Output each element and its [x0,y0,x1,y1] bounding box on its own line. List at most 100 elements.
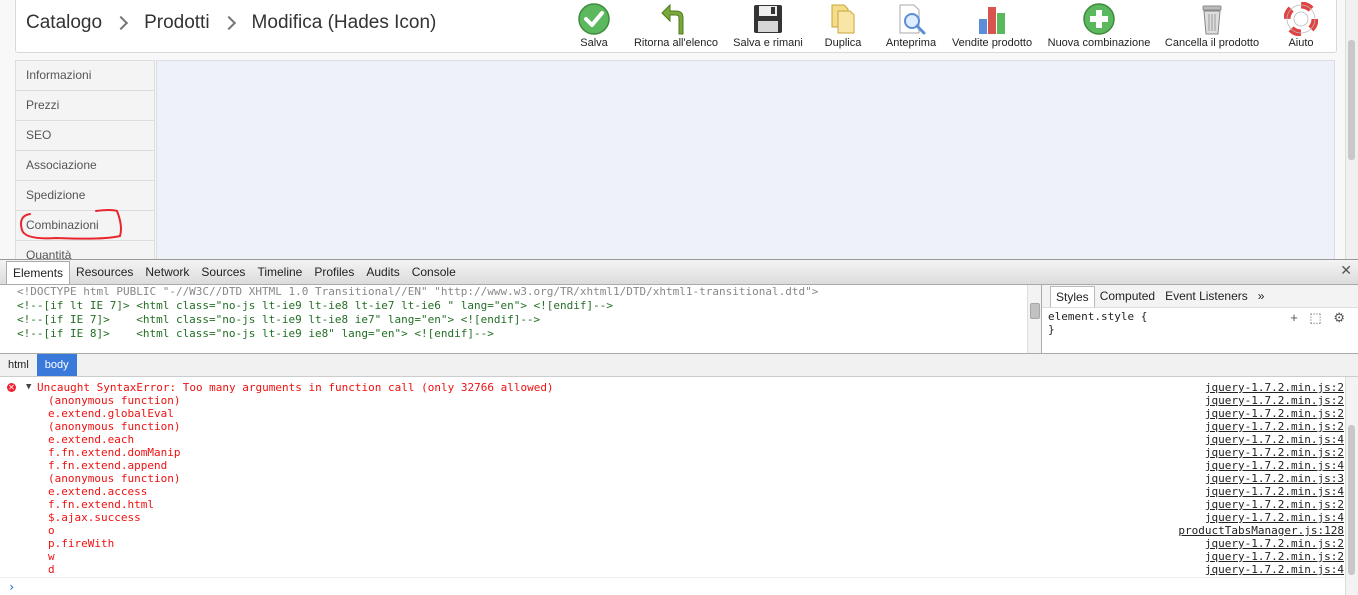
console-scrollbar-thumb[interactable] [1348,425,1355,575]
crumb-body[interactable]: body [36,354,77,376]
tab-seo[interactable]: SEO [15,121,155,151]
stack-frame: $.ajax.success jquery-1.7.2.min.js:4 [0,511,1346,524]
devtools-panel: Elements Resources Network Sources Timel… [0,259,1358,595]
stack-frame-link[interactable]: jquery-1.7.2.min.js:2 [1205,537,1344,550]
preview-button[interactable]: Anteprima [883,2,939,50]
stack-frame: e.extend.each jquery-1.7.2.min.js:4 [0,433,1346,446]
product-sales-label: Vendite prodotto [951,37,1033,49]
stack-frame-link[interactable]: jquery-1.7.2.min.js:2 [1205,407,1344,420]
expand-triangle-icon[interactable]: ▼ [26,381,31,394]
devtools-tab-profiles[interactable]: Profiles [308,261,360,283]
devtools-tab-network[interactable]: Network [139,261,195,283]
stack-frame-fn: f.fn.extend.html [48,498,154,511]
save-check-icon [578,3,610,35]
elements-scrollbar[interactable] [1027,285,1041,353]
crumb-html[interactable]: html [0,354,37,376]
stack-frame-link[interactable]: jquery-1.7.2.min.js:4 [1205,433,1344,446]
stack-frame: f.fn.extend.domManip jquery-1.7.2.min.js:… [0,446,1346,459]
devtools-tab-resources[interactable]: Resources [70,261,139,283]
tab-associazione[interactable]: Associazione [15,151,155,181]
stack-frame-link[interactable]: jquery-1.7.2.min.js:2 [1205,550,1344,563]
add-rule-icon[interactable]: + [1290,310,1298,325]
stack-frame-link[interactable]: jquery-1.7.2.min.js:2 [1205,498,1344,511]
stack-frame-fn: (anonymous function) [48,420,181,433]
stack-frame: w jquery-1.7.2.min.js:2 [0,550,1346,563]
source-line[interactable]: <!--[if IE 7]> <html class="no-js lt-ie9… [0,313,1040,327]
toggle-state-icon[interactable]: ⬚ [1309,310,1321,325]
duplicate-button[interactable]: Duplica [820,2,866,50]
stack-frame-link[interactable]: jquery-1.7.2.min.js:4 [1205,511,1344,524]
page-scrollbar-thumb[interactable] [1348,40,1355,160]
help-button[interactable]: Aiuto [1278,2,1324,50]
stack-frame: o productTabsManager.js:128 [0,524,1346,537]
breadcrumb-catalogo[interactable]: Catalogo [26,12,102,34]
page-scrollbar[interactable] [1345,0,1358,259]
devtools-tab-timeline[interactable]: Timeline [251,261,308,283]
save-button[interactable]: Salva [571,2,617,50]
stack-frame: e.extend.access jquery-1.7.2.min.js:4 [0,485,1346,498]
tab-informazioni[interactable]: Informazioni [15,60,155,91]
back-to-list-button[interactable]: Ritorna all'elenco [633,2,719,50]
stack-frame-link[interactable]: jquery-1.7.2.min.js:4 [1205,459,1344,472]
source-line[interactable]: <!--[if IE 8]> <html class="no-js lt-ie9… [0,327,1040,341]
new-combination-button[interactable]: Nuova combinazione [1047,2,1151,50]
styles-tabbar: Styles Computed Event Listeners » [1042,285,1358,308]
console-prompt-input[interactable]: › [0,577,1346,595]
styles-more-icon[interactable]: » [1253,286,1270,306]
stack-frame: (anonymous function) jquery-1.7.2.min.js:… [0,472,1346,485]
product-sales-button[interactable]: Vendite prodotto [949,2,1035,50]
devtools-tab-sources[interactable]: Sources [195,261,251,283]
stack-frame-fn: p.fireWith [48,537,115,550]
stack-trace: (anonymous function) jquery-1.7.2.min.js:… [0,394,1346,576]
breadcrumb-current-page: Modifica (Hades Icon) [251,12,437,33]
tab-spedizione[interactable]: Spedizione [15,181,155,211]
console-output: ✕ ▼ Uncaught SyntaxError: Too many argum… [0,377,1346,595]
devtools-tab-console[interactable]: Console [406,261,462,283]
breadcrumb-prodotti[interactable]: Prodotti [144,12,209,34]
styles-tab-styles[interactable]: Styles [1050,285,1095,307]
stack-frame-fn: (anonymous function) [48,394,181,407]
stack-frame-link[interactable]: productTabsManager.js:128 [1178,524,1344,537]
stack-frame-link[interactable]: jquery-1.7.2.min.js:3 [1205,472,1344,485]
close-icon[interactable]: ✕ [1340,262,1352,279]
tab-combinazioni[interactable]: Combinazioni [15,209,155,241]
stack-frame-link[interactable]: jquery-1.7.2.min.js:2 [1205,394,1344,407]
stack-frame-link[interactable]: jquery-1.7.2.min.js:4 [1205,485,1344,498]
stack-frame-link[interactable]: jquery-1.7.2.min.js:4 [1205,563,1344,576]
new-combination-label: Nuova combinazione [1047,37,1151,49]
stack-frame-fn: w [48,550,55,563]
back-arrow-icon [661,3,684,35]
source-line[interactable]: <!--[if lt IE 7]> <html class="no-js lt-… [0,299,1040,313]
console-scrollbar[interactable] [1345,377,1358,595]
styles-tab-event-listeners[interactable]: Event Listeners [1160,286,1253,306]
stack-frame-fn: f.fn.extend.domManip [48,446,181,459]
prompt-chevron-icon: › [8,580,16,594]
duplicate-label: Duplica [824,37,862,49]
add-icon [1083,3,1115,35]
floppy-disk-icon [754,5,782,33]
devtools-tabbar: Elements Resources Network Sources Timel… [0,260,1358,285]
styles-tab-computed[interactable]: Computed [1095,286,1160,306]
source-line[interactable]: <!DOCTYPE html PUBLIC "-//W3C//DTD XHTML… [0,285,1040,299]
stack-frame-fn: e.extend.each [48,433,135,446]
elements-scrollbar-thumb[interactable] [1030,303,1040,319]
delete-product-button[interactable]: Cancella il prodotto [1164,2,1260,50]
back-to-list-label: Ritorna all'elenco [633,37,719,49]
stack-frame-link[interactable]: jquery-1.7.2.min.js:2 [1205,446,1344,459]
devtools-tab-elements[interactable]: Elements [6,260,71,284]
chevron-right-icon [221,15,236,31]
save-and-stay-button[interactable]: Salva e rimani [731,2,805,50]
stack-frame-fn: d [48,563,55,576]
dom-breadcrumb-bar: html body [0,353,1358,377]
gear-icon[interactable]: ⚙ [1333,310,1345,325]
trash-icon [1202,5,1222,35]
tab-prezzi[interactable]: Prezzi [15,91,155,121]
stack-frame-fn: e.extend.globalEval [48,407,174,420]
console-error-row[interactable]: ✕ ▼ Uncaught SyntaxError: Too many argum… [0,381,1346,394]
devtools-tab-audits[interactable]: Audits [360,261,405,283]
error-source-link[interactable]: jquery-1.7.2.min.js:2 [1205,381,1344,394]
preview-label: Anteprima [885,37,937,49]
stack-frame: (anonymous function) jquery-1.7.2.min.js:… [0,420,1346,433]
styles-sidebar: Styles Computed Event Listeners » elemen… [1041,285,1358,353]
stack-frame-link[interactable]: jquery-1.7.2.min.js:2 [1205,420,1344,433]
